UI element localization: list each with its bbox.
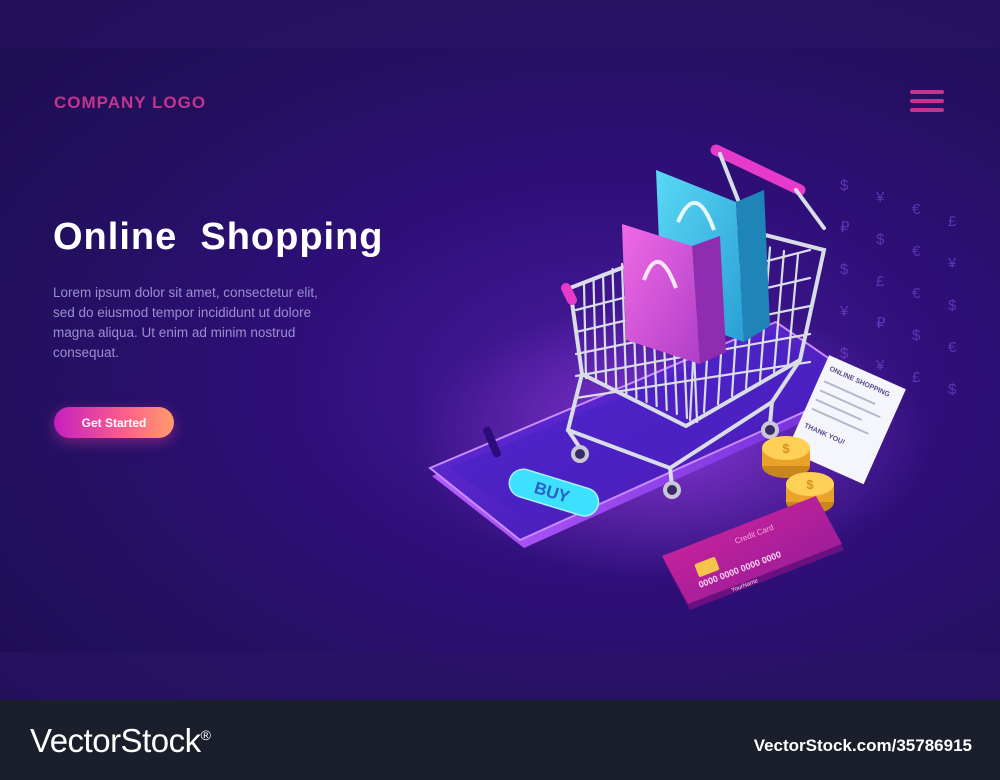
currency-symbol: ₽ (876, 315, 886, 332)
brand-text: VectorStock (30, 722, 201, 759)
currency-symbol: £ (912, 369, 921, 386)
currency-symbol: $ (912, 327, 921, 344)
company-logo[interactable]: COMPANY LOGO (54, 93, 206, 113)
menu-line (910, 90, 944, 94)
currency-symbol: $ (948, 297, 957, 314)
currency-symbol: £ (876, 273, 885, 290)
hero-description: Lorem ipsum dolor sit amet, consectetur … (53, 285, 318, 360)
currency-symbol: $ (840, 261, 849, 278)
image-id: VectorStock.com/35786915 (753, 736, 972, 755)
currency-symbol: ¥ (947, 255, 957, 272)
landing-page: COMPANY LOGO Online Shopping Lorem ipsum… (0, 0, 1000, 700)
shopping-illustration: $¥€£₽$€¥$£€$¥₽$€$¥£$ BUY (410, 144, 957, 610)
hamburger-menu-icon[interactable] (910, 90, 946, 114)
currency-symbol: ¥ (839, 303, 849, 320)
get-started-button[interactable]: Get Started (54, 407, 174, 438)
currency-symbol: € (948, 339, 957, 356)
currency-symbol: € (912, 285, 921, 302)
bottom-band (0, 652, 1000, 700)
currency-symbol: ¥ (875, 189, 885, 206)
hero-title: Online Shopping (53, 216, 384, 258)
menu-line (910, 99, 944, 103)
shopping-bag-pink (622, 224, 726, 364)
currency-symbol: $ (876, 231, 885, 248)
registered-mark: ® (200, 727, 211, 743)
currency-symbol: € (912, 201, 921, 218)
menu-line (910, 108, 944, 112)
currency-symbol: $ (840, 177, 849, 194)
currency-symbol: $ (948, 381, 957, 398)
currency-symbol: ₽ (840, 219, 850, 236)
vectorstock-brand: VectorStock® (30, 722, 211, 760)
svg-text:$: $ (782, 441, 790, 456)
currency-symbol: £ (948, 213, 957, 230)
top-band (0, 0, 1000, 48)
svg-text:$: $ (806, 477, 814, 492)
currency-symbol: € (912, 243, 921, 260)
